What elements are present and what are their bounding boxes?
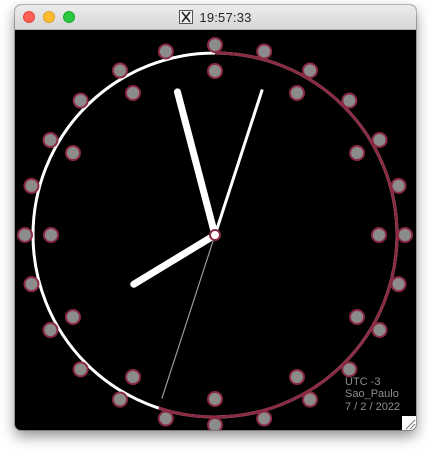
outer-marker-dot xyxy=(341,361,358,378)
inner-marker-dot xyxy=(125,84,141,101)
outer-marker-dot xyxy=(256,43,273,60)
second-hand-tail xyxy=(213,89,264,236)
outer-marker-dot xyxy=(112,62,128,79)
date-label: 7 / 2 / 2022 xyxy=(345,401,401,413)
outer-marker-dot xyxy=(157,410,174,427)
outer-marker-dot xyxy=(302,62,318,79)
clock-svg xyxy=(17,37,413,430)
city-label: Sao_Paulo xyxy=(345,388,399,400)
x11-icon xyxy=(179,10,194,24)
outer-marker-dot xyxy=(17,227,33,243)
window-title: 19:57:33 xyxy=(199,9,252,25)
inner-marker-dot xyxy=(289,84,305,101)
outer-marker-dot xyxy=(390,177,407,194)
outer-marker-dot xyxy=(112,391,128,408)
inner-marker-dot xyxy=(289,369,305,386)
outer-marker-dot xyxy=(341,92,358,109)
clock-ring-elapsed xyxy=(158,51,399,419)
outer-marker-dot xyxy=(371,132,388,148)
inner-marker-dot xyxy=(349,145,366,161)
outer-marker-dot xyxy=(42,132,59,148)
outer-marker-dot xyxy=(302,391,318,408)
outer-marker-dot xyxy=(23,177,40,194)
outer-marker-dot xyxy=(23,276,40,293)
window-title-group: 19:57:33 xyxy=(15,5,416,29)
title-bar[interactable]: 19:57:33 xyxy=(15,5,416,30)
inner-marker-dot xyxy=(64,309,81,325)
inner-marker-dot xyxy=(349,309,366,325)
inner-marker-dot xyxy=(43,227,59,243)
clock-face: UTC -3 Sao_Paulo 7 / 2 / 2022 xyxy=(15,30,416,430)
hour-hand xyxy=(130,231,219,288)
outer-marker-dot xyxy=(207,417,223,430)
outer-marker-dot xyxy=(256,410,273,427)
timezone-label: UTC -3 xyxy=(345,376,381,388)
outer-marker-dot xyxy=(207,37,223,53)
inner-marker-dot xyxy=(207,63,223,79)
outer-marker-dot xyxy=(397,227,413,243)
outer-marker-dot xyxy=(72,361,89,378)
inner-marker-dot xyxy=(371,227,387,243)
inner-marker-dot xyxy=(207,391,223,407)
minute-hand xyxy=(173,88,219,239)
outer-marker-dot xyxy=(157,43,174,60)
outer-marker-dot xyxy=(72,92,89,109)
outer-marker-dot xyxy=(42,322,59,338)
inner-marker-dot xyxy=(64,145,81,161)
inner-marker-dot xyxy=(125,369,141,386)
center-pin xyxy=(209,229,221,241)
clock-window: 19:57:33 UTC -3 Sao_Paulo 7 / 2 / 2022 xyxy=(15,5,416,430)
outer-marker-dot xyxy=(390,276,407,293)
resize-grip-icon[interactable] xyxy=(402,416,416,430)
outer-marker-dot xyxy=(371,322,388,338)
